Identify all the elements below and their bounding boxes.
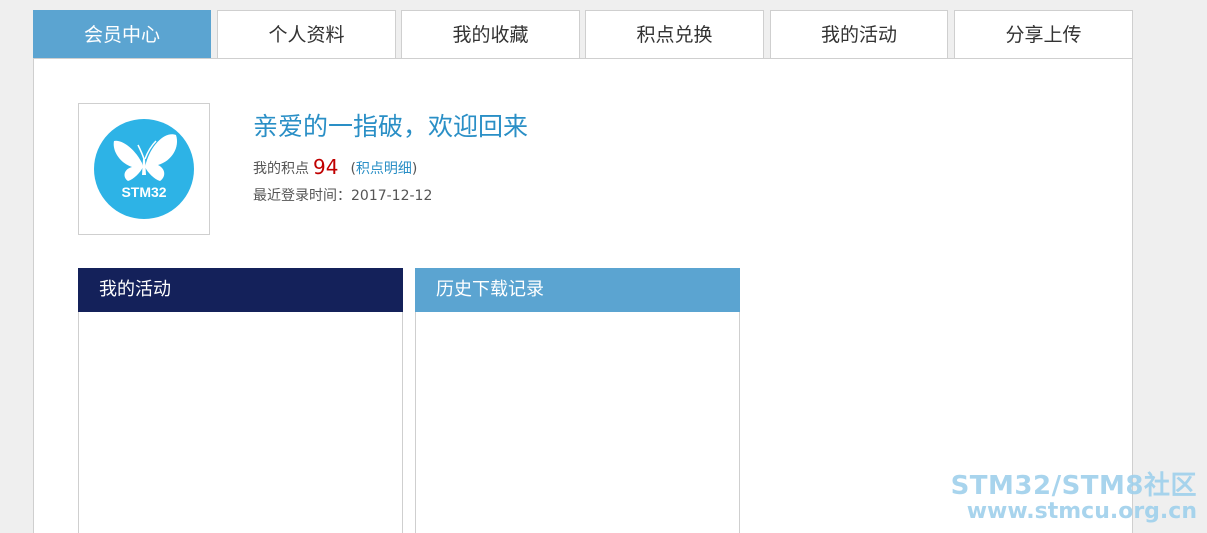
watermark-title: STM32/STM8社区 <box>950 471 1197 501</box>
avatar-logo-text: STM32 <box>121 184 166 200</box>
member-center-panel: STM32 亲爱的一指破，欢迎回来 我的积点 94 (积点明细) 最近登录时间：20… <box>33 58 1133 533</box>
tab-share-upload[interactable]: 分享上传 <box>954 10 1133 58</box>
points-detail-wrapper: (积点明细) <box>350 161 418 177</box>
watermark-url: www.stmcu.org.cn <box>966 499 1197 524</box>
tab-profile[interactable]: 个人资料 <box>217 10 396 58</box>
stm32-butterfly-logo-icon: STM32 <box>94 119 194 219</box>
tab-bar: 会员中心 个人资料 我的收藏 积点兑换 我的活动 分享上传 <box>33 10 1133 58</box>
tab-points-exchange[interactable]: 积点兑换 <box>585 10 764 58</box>
member-center-page: 会员中心 个人资料 我的收藏 积点兑换 我的活动 分享上传 STM32 亲爱的一… <box>0 0 1207 533</box>
my-activities-panel: 我的活动 <box>78 268 403 533</box>
points-value: 94 <box>313 155 339 179</box>
my-activities-title: 我的活动 <box>78 268 403 312</box>
download-history-title: 历史下载记录 <box>415 268 740 312</box>
points-line: 我的积点 94 (积点明细) <box>253 155 417 179</box>
avatar[interactable]: STM32 <box>78 103 210 235</box>
tab-member-center[interactable]: 会员中心 <box>33 10 211 58</box>
points-detail-link[interactable]: 积点明细 <box>356 161 412 177</box>
last-login-label: 最近登录时间： <box>253 188 351 204</box>
last-login-value: 2017-12-12 <box>351 188 433 204</box>
download-history-panel: 历史下载记录 <box>415 268 740 533</box>
site-watermark: STM32/STM8社区 www.stmcu.org.cn <box>951 473 1197 523</box>
welcome-message: 亲爱的一指破，欢迎回来 <box>253 112 529 141</box>
points-label: 我的积点 <box>253 161 309 177</box>
tab-favorites[interactable]: 我的收藏 <box>401 10 580 58</box>
tab-my-activities[interactable]: 我的活动 <box>770 10 948 58</box>
last-login: 最近登录时间：2017-12-12 <box>253 185 432 205</box>
